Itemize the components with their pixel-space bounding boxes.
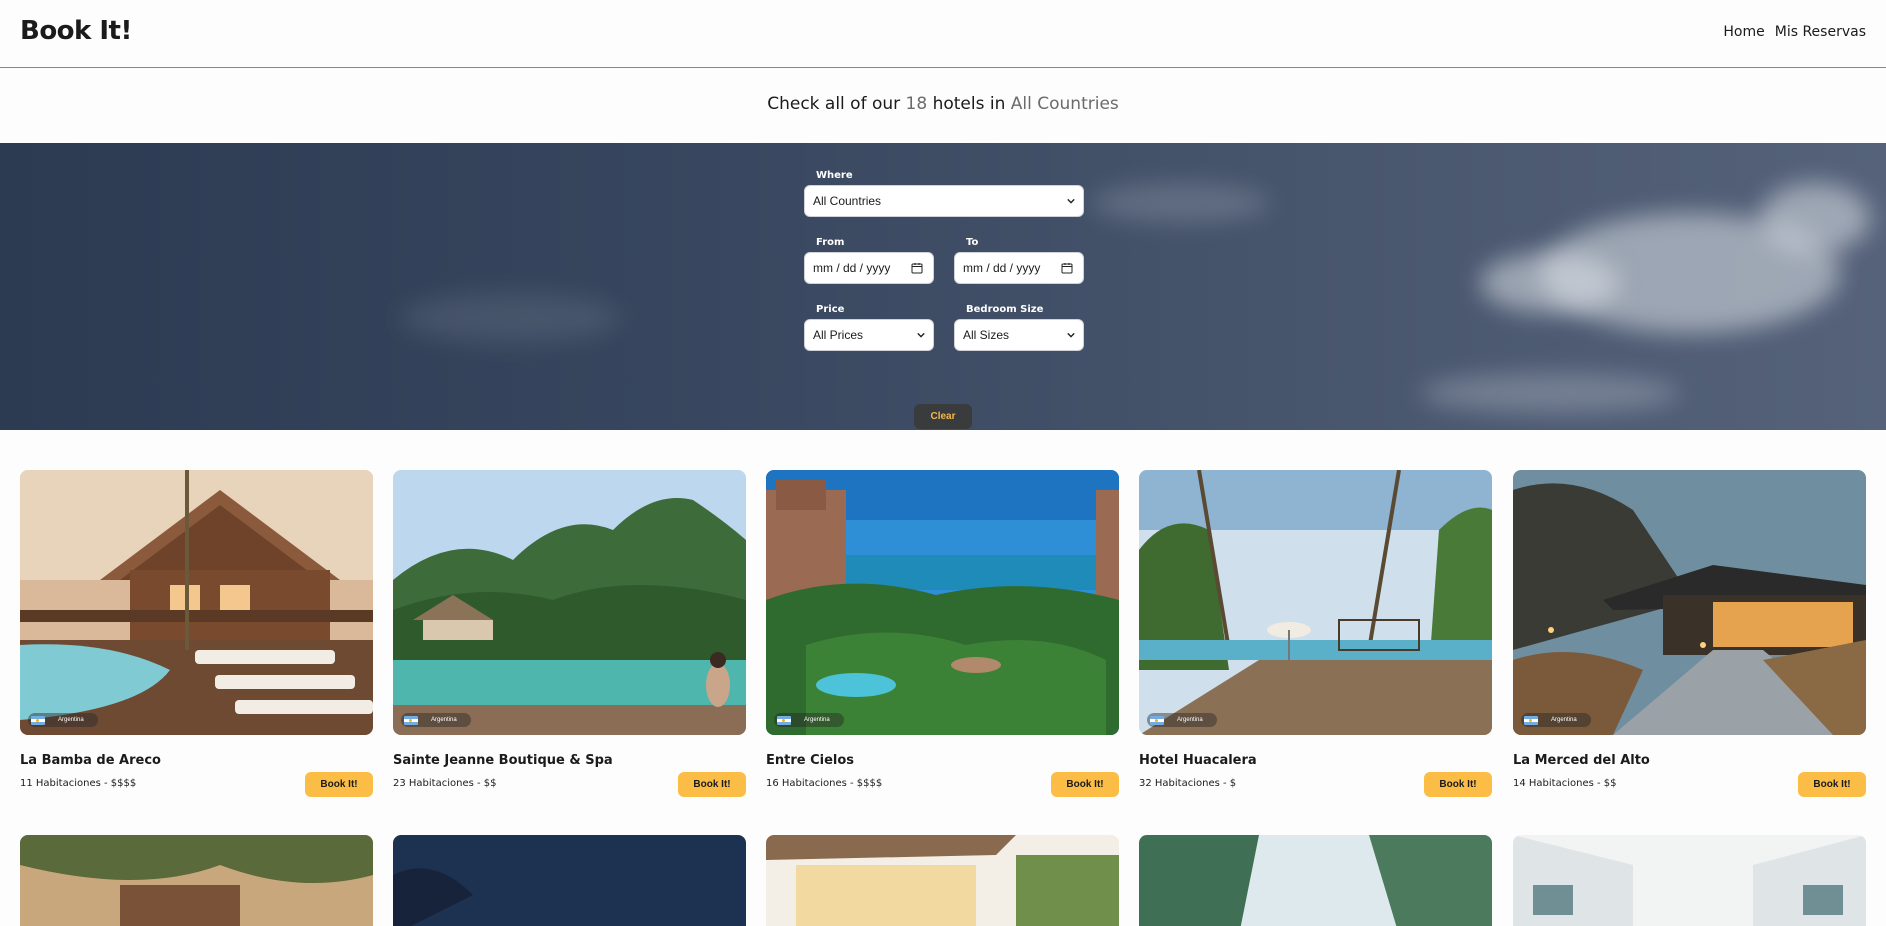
hotel-image[interactable]: Argentina [1513,470,1866,735]
country-badge-text: Argentina [58,717,84,723]
hotel-image[interactable]: Argentina [766,470,1119,735]
hotel-photo-illustration [1513,835,1866,926]
cloud-decoration [400,293,620,343]
cloud-decoration [1420,373,1680,413]
hotel-photo-illustration [1139,470,1492,735]
book-button[interactable]: Book It! [1051,772,1119,797]
nav-links: Home Mis Reservas [1723,24,1866,40]
price-select-value: All Prices [813,328,864,342]
hotel-meta: 23 Habitaciones - $$ [393,778,497,789]
search-hero: Where All Countries From mm / dd / yyyy … [0,143,1886,430]
hotel-name: La Merced del Alto [1513,753,1650,768]
hotel-count: 18 [905,94,928,114]
price-label: Price [816,304,845,315]
navbar: Book It! Home Mis Reservas [0,0,1886,68]
hotel-meta: 16 Habitaciones - $$$$ [766,778,883,789]
hotel-image[interactable] [393,835,746,926]
argentina-flag-icon [1150,715,1164,725]
from-date-value: mm / dd / yyyy [813,261,891,275]
bedroom-size-label: Bedroom Size [966,304,1044,315]
where-label: Where [816,170,853,181]
nav-link-home[interactable]: Home [1723,24,1764,40]
hotel-photo-illustration [1513,470,1866,735]
country-badge: Argentina [1147,713,1217,727]
hotel-meta: 32 Habitaciones - $ [1139,778,1237,789]
cloud-decoration [1480,253,1620,313]
hotel-meta: 11 Habitaciones - $$$$ [20,778,137,789]
chevron-down-icon [1067,332,1075,338]
country-badge-text: Argentina [1177,717,1203,723]
country-badge: Argentina [1521,713,1591,727]
hotel-photo-illustration [20,835,373,926]
from-date-input[interactable]: mm / dd / yyyy [804,252,934,284]
hotel-name: Hotel Huacalera [1139,753,1257,768]
argentina-flag-icon [1524,715,1538,725]
book-button[interactable]: Book It! [1424,772,1492,797]
hotel-meta: 14 Habitaciones - $$ [1513,778,1617,789]
country-badge-text: Argentina [804,717,830,723]
cloud-decoration [1760,183,1870,253]
headline-location: All Countries [1010,94,1119,114]
to-date-input[interactable]: mm / dd / yyyy [954,252,1084,284]
hotel-photo-illustration [1139,835,1492,926]
headline-middle: hotels in [932,94,1006,114]
hotel-image[interactable] [1139,835,1492,926]
headline-prefix: Check all of our [767,94,901,114]
hotel-image[interactable] [20,835,373,926]
to-date-value: mm / dd / yyyy [963,261,1041,275]
book-button[interactable]: Book It! [305,772,373,797]
hotel-image[interactable] [766,835,1119,926]
hotel-image[interactable] [1513,835,1866,926]
hotel-photo-illustration [393,835,746,926]
country-badge-text: Argentina [431,717,457,723]
brand-logo[interactable]: Book It! [20,16,132,46]
country-select-value: All Countries [813,194,882,208]
chevron-down-icon [917,332,925,338]
hotel-photo-illustration [393,470,746,735]
country-badge: Argentina [774,713,844,727]
book-button[interactable]: Book It! [1798,772,1866,797]
hotel-photo-illustration [766,835,1119,926]
calendar-icon[interactable] [911,262,923,274]
calendar-icon[interactable] [1061,262,1073,274]
clear-button[interactable]: Clear [914,404,972,429]
from-label: From [816,237,845,248]
country-select[interactable]: All Countries [804,185,1084,217]
book-button[interactable]: Book It! [678,772,746,797]
cloud-decoration [1090,183,1270,223]
hotel-photo-illustration [766,470,1119,735]
country-badge-text: Argentina [1551,717,1577,723]
nav-link-mis-reservas[interactable]: Mis Reservas [1775,24,1866,40]
hotel-name: Entre Cielos [766,753,855,768]
hotel-name: Sainte Jeanne Boutique & Spa [393,753,613,768]
hotel-name: La Bamba de Areco [20,753,161,768]
bedroom-size-value: All Sizes [963,328,1010,342]
argentina-flag-icon [777,715,791,725]
country-badge: Argentina [28,713,98,727]
argentina-flag-icon [31,715,45,725]
hotel-image[interactable]: Argentina [20,470,373,735]
hotel-image[interactable]: Argentina [1139,470,1492,735]
to-label: To [966,237,979,248]
hotel-photo-illustration [20,470,373,735]
page-headline: Check all of our 18 hotels in All Countr… [0,94,1886,114]
bedroom-size-select[interactable]: All Sizes [954,319,1084,351]
chevron-down-icon [1067,198,1075,204]
country-badge: Argentina [401,713,471,727]
argentina-flag-icon [404,715,418,725]
hotel-image[interactable]: Argentina [393,470,746,735]
price-select[interactable]: All Prices [804,319,934,351]
